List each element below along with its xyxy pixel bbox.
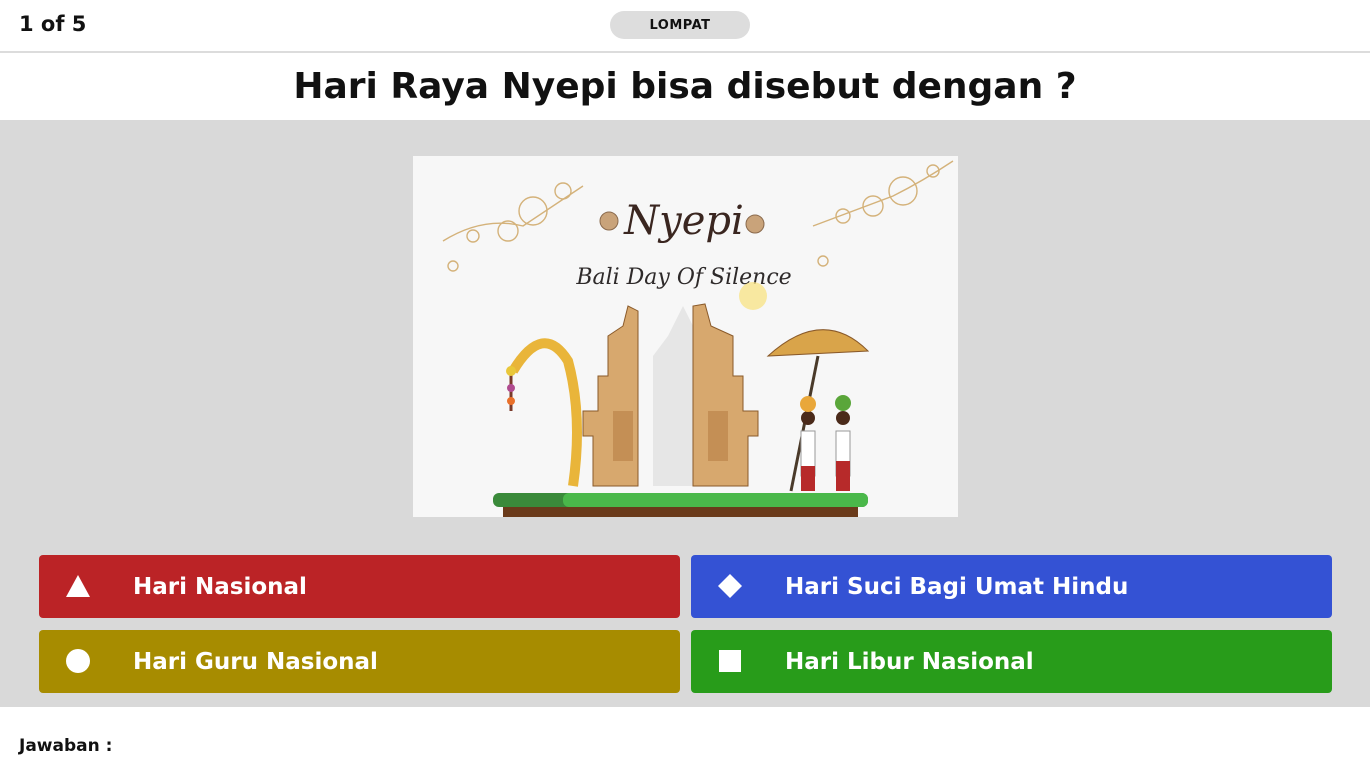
- ceremonial-umbrella: [766, 329, 870, 492]
- answer-status-label: Jawaban :: [19, 736, 113, 756]
- question-image: Nyepi Bali Day Of Silence: [413, 156, 958, 517]
- answer-option-3[interactable]: Hari Guru Nasional: [39, 630, 680, 693]
- temple-gate-left: [582, 305, 639, 487]
- temple-gate-right: [692, 303, 759, 487]
- square-icon: [718, 649, 742, 673]
- answer-label-3: Hari Guru Nasional: [133, 648, 378, 675]
- question-text: Hari Raya Nyepi bisa disebut dengan ?: [293, 66, 1077, 107]
- top-bar: 1 of 5 LOMPAT: [0, 0, 1370, 53]
- medallion-right: [745, 214, 765, 234]
- answer-option-1[interactable]: Hari Nasional: [39, 555, 680, 618]
- answer-label-1: Hari Nasional: [133, 573, 307, 600]
- answer-label-4: Hari Libur Nasional: [785, 648, 1034, 675]
- media-title: Nyepi: [623, 198, 744, 244]
- floral-right-decoration: [812, 160, 954, 267]
- answer-option-2[interactable]: Hari Suci Bagi Umat Hindu: [691, 555, 1332, 618]
- question-stage: Nyepi Bali Day Of Silence Hari Nasional …: [0, 120, 1370, 707]
- skip-button[interactable]: LOMPAT: [610, 11, 750, 39]
- answer-label-2: Hari Suci Bagi Umat Hindu: [785, 573, 1129, 600]
- medallion-left: [599, 211, 619, 231]
- answer-option-4[interactable]: Hari Libur Nasional: [691, 630, 1332, 693]
- triangle-icon: [66, 574, 90, 598]
- diamond-icon: [718, 574, 742, 598]
- balinese-figures: [800, 395, 851, 491]
- question-progress: 1 of 5: [19, 12, 87, 36]
- circle-icon: [66, 649, 90, 673]
- floral-left-decoration: [442, 182, 584, 272]
- nyepi-illustration: Nyepi Bali Day Of Silence: [442, 160, 954, 517]
- answer-footer: Jawaban :: [0, 707, 1370, 768]
